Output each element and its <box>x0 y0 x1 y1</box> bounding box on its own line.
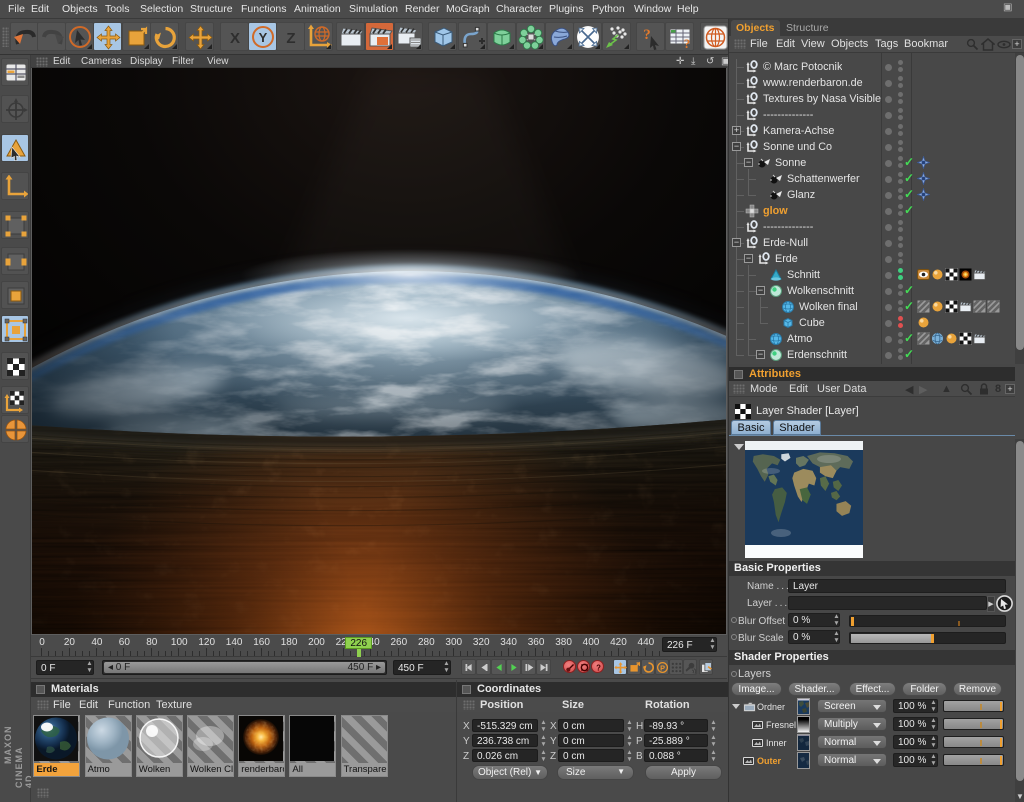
svg-text:?: ? <box>684 36 691 51</box>
svg-text:P: P <box>660 663 665 672</box>
svg-text:?: ? <box>596 664 601 673</box>
svg-text:X: X <box>230 30 240 47</box>
svg-text:Z: Z <box>286 30 295 47</box>
svg-text:Y: Y <box>259 30 268 45</box>
svg-text:?: ? <box>643 27 651 43</box>
